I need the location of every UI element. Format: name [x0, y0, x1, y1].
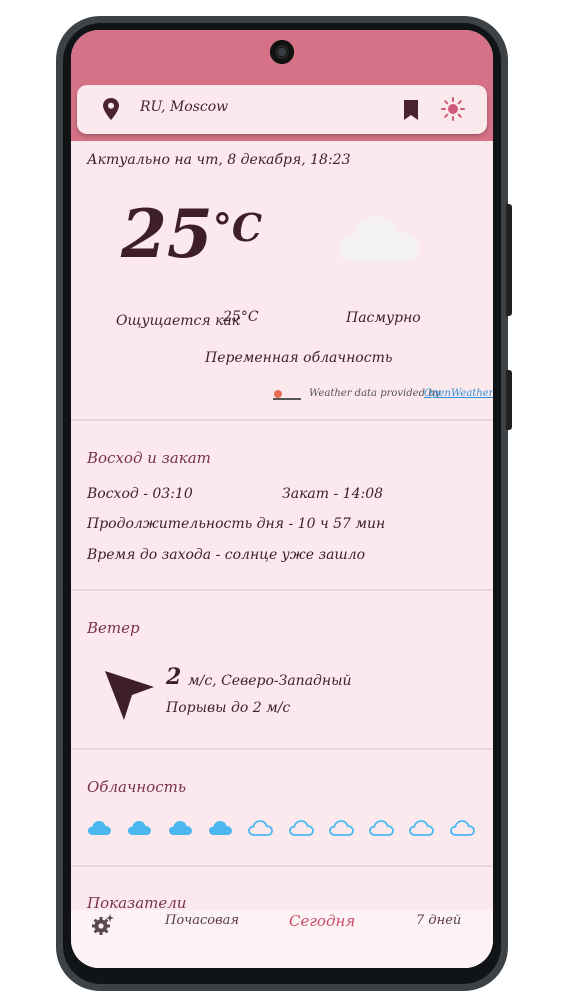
- camera-icon: [270, 40, 294, 64]
- settings-gear-icon[interactable]: [91, 913, 115, 941]
- location-label[interactable]: RU, Moscow: [140, 99, 228, 115]
- cloud-outline-icon: [328, 818, 355, 842]
- clouds-section-title: Облачность: [87, 778, 186, 796]
- divider: [71, 865, 493, 867]
- weather-description: Переменная облачность: [205, 350, 393, 366]
- feels-like-value: 25°C: [223, 309, 259, 325]
- cloud-filled-icon: [208, 818, 234, 842]
- day-length: Продолжительность дня - 10 ч 57 мин: [87, 516, 386, 532]
- condition-label: Пасмурно: [346, 310, 421, 326]
- location-pin-icon[interactable]: [103, 98, 119, 124]
- tab-hourly[interactable]: Почасовая: [165, 913, 239, 928]
- wind-arrow-icon: [102, 667, 158, 729]
- wind-unit-direction: м/с, Северо-Западный: [188, 673, 352, 689]
- sun-section-title: Восход и закат: [87, 449, 211, 467]
- divider: [71, 589, 493, 591]
- updated-time: Актуально на чт, 8 декабря, 18:23: [87, 152, 351, 168]
- sunrise-time: Восход - 03:10: [87, 486, 193, 502]
- wind-speed: 2: [166, 664, 182, 690]
- top-app-bar: RU, Moscow: [77, 85, 487, 134]
- bookmark-icon[interactable]: [403, 100, 419, 124]
- openweather-logo: [273, 390, 301, 400]
- time-until-sunset: Время до захода - солнце уже зашло: [87, 547, 366, 563]
- cloud-outline-icon: [288, 818, 315, 842]
- provider-text: Weather data provided by: [309, 388, 441, 399]
- feels-like-label: Ощущается как: [116, 313, 241, 329]
- cloud-outline-icon: [369, 818, 395, 842]
- cloud-filled-icon: [87, 818, 113, 842]
- cloud-filled-icon: [168, 818, 194, 842]
- cloud-outline-icon: [409, 818, 435, 842]
- current-temperature: 25°C: [121, 195, 263, 273]
- side-button: [506, 204, 512, 316]
- side-button: [506, 370, 512, 430]
- wind-section-title: Ветер: [87, 619, 140, 637]
- cloud-outline-icon: [248, 818, 274, 842]
- divider: [71, 748, 493, 750]
- cloud-icon: [339, 212, 421, 268]
- tab-today[interactable]: Сегодня: [289, 912, 355, 930]
- cloud-filled-icon: [127, 818, 153, 842]
- divider: [71, 419, 493, 421]
- sunset-time: Закат - 14:08: [282, 486, 384, 502]
- cloud-outline-icon: [449, 818, 476, 842]
- app-screen: RU, Moscow Актуально на чт, 8 декабря, 1…: [71, 30, 493, 968]
- sun-icon[interactable]: [441, 97, 465, 125]
- cloudiness-indicator: [87, 818, 487, 842]
- tab-week[interactable]: 7 дней: [416, 913, 461, 928]
- wind-gusts: Порывы до 2 м/с: [166, 700, 291, 716]
- bottom-navigation: Почасовая Сегодня 7 дней: [71, 910, 493, 968]
- openweather-link[interactable]: OpenWeather: [424, 388, 493, 399]
